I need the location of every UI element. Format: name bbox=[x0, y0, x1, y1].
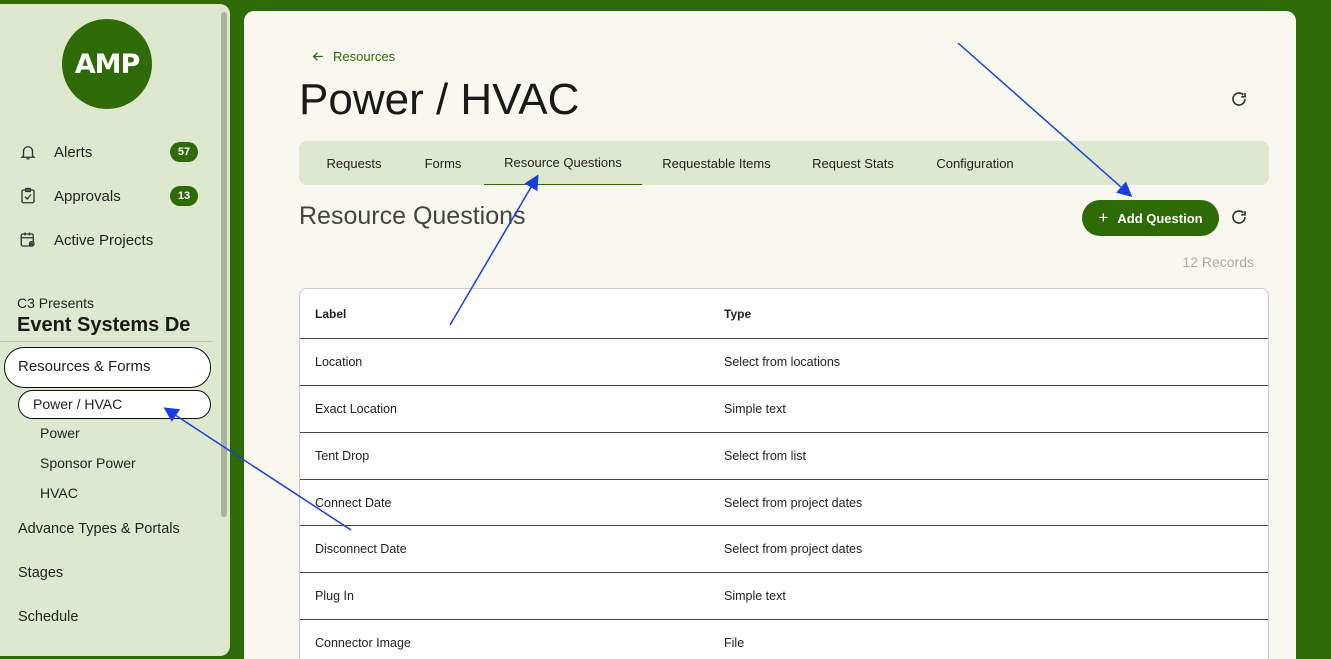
nav-approvals[interactable]: Approvals 13 bbox=[18, 184, 198, 208]
cell-type: Select from list bbox=[724, 449, 806, 463]
nav-active-projects-label: Active Projects bbox=[54, 231, 154, 249]
questions-table: Label Type Location Select from location… bbox=[299, 288, 1269, 659]
tab-bar: Requests Forms Resource Questions Reques… bbox=[299, 141, 1269, 185]
clipboard-check-icon bbox=[18, 186, 38, 206]
logo-text: AMP bbox=[74, 48, 141, 80]
main-panel: Resources Power / HVAC Requests Forms Re… bbox=[244, 11, 1296, 659]
records-count: 12 Records bbox=[1182, 254, 1254, 270]
nav-alerts-label: Alerts bbox=[54, 143, 93, 161]
table-header-row: Label Type bbox=[300, 289, 1268, 339]
table-row[interactable]: Exact Location Simple text bbox=[300, 386, 1268, 433]
refresh-page-icon[interactable] bbox=[1230, 90, 1250, 110]
nav-approvals-label: Approvals bbox=[54, 187, 121, 205]
cell-type: Select from locations bbox=[724, 355, 841, 369]
column-header-label[interactable]: Label bbox=[315, 307, 346, 321]
org-name: C3 Presents bbox=[17, 295, 95, 311]
tab-requestable-items[interactable]: Requestable Items bbox=[654, 141, 779, 185]
tab-resource-questions[interactable]: Resource Questions bbox=[484, 141, 642, 185]
table-row[interactable]: Connector Image File bbox=[300, 620, 1268, 659]
sidebar-scrollbar[interactable] bbox=[221, 12, 227, 517]
cell-label: Connect Date bbox=[315, 495, 392, 510]
sidebar-item-schedule[interactable]: Schedule bbox=[18, 609, 78, 625]
plus-icon: + bbox=[1098, 208, 1109, 227]
cell-label: Connector Image bbox=[315, 636, 411, 650]
add-question-label: Add Question bbox=[1117, 210, 1203, 226]
approvals-count-badge: 13 bbox=[170, 186, 198, 206]
table-row[interactable]: Location Select from locations bbox=[300, 339, 1268, 386]
table-row[interactable]: Plug In Simple text bbox=[300, 573, 1268, 620]
nav-alerts[interactable]: Alerts 57 bbox=[18, 140, 198, 164]
tab-configuration[interactable]: Configuration bbox=[924, 141, 1026, 185]
cell-label: Tent Drop bbox=[315, 449, 370, 463]
arrow-left-icon bbox=[312, 52, 323, 61]
cell-label: Exact Location bbox=[315, 402, 397, 416]
sidebar-subitem-sponsor-power[interactable]: Sponsor Power bbox=[40, 455, 136, 471]
tab-forms[interactable]: Forms bbox=[409, 141, 477, 185]
cell-label: Disconnect Date bbox=[315, 542, 407, 556]
cell-label: Plug In bbox=[315, 589, 354, 603]
calendar-eye-icon bbox=[18, 230, 38, 250]
nav-active-projects[interactable]: Active Projects bbox=[18, 228, 198, 252]
sidebar-divider bbox=[0, 341, 212, 342]
page-title: Power / HVAC bbox=[299, 75, 580, 124]
sidebar: AMP Alerts 57 Approvals 13 Active Projec… bbox=[0, 4, 230, 656]
back-link[interactable]: Resources bbox=[312, 49, 395, 64]
refresh-list-icon[interactable] bbox=[1230, 208, 1250, 228]
sidebar-item-resources-forms[interactable]: Resources & Forms bbox=[18, 358, 151, 375]
cell-type: Simple text bbox=[724, 589, 786, 603]
bell-icon bbox=[18, 142, 38, 162]
sidebar-subitem-power[interactable]: Power bbox=[40, 425, 80, 441]
cell-label: Location bbox=[315, 355, 363, 369]
table-row[interactable]: Disconnect Date Select from project date… bbox=[300, 526, 1268, 573]
sidebar-subitem-hvac[interactable]: HVAC bbox=[40, 485, 78, 501]
alerts-count-badge: 57 bbox=[170, 142, 198, 162]
project-name: Event Systems De bbox=[17, 314, 191, 336]
cell-type: Select from project dates bbox=[724, 495, 863, 510]
tab-request-stats[interactable]: Request Stats bbox=[799, 141, 907, 185]
tab-requests[interactable]: Requests bbox=[314, 141, 394, 185]
cell-type: Select from project dates bbox=[724, 542, 863, 556]
table-row[interactable]: Tent Drop Select from list bbox=[300, 433, 1268, 480]
back-link-label: Resources bbox=[333, 49, 396, 64]
table-row[interactable]: Connect Date Select from project dates bbox=[300, 480, 1268, 526]
sidebar-item-power-hvac[interactable]: Power / HVAC bbox=[33, 396, 122, 412]
sidebar-item-stages[interactable]: Stages bbox=[18, 565, 63, 581]
column-header-type[interactable]: Type bbox=[724, 307, 751, 321]
cell-type: Simple text bbox=[724, 402, 786, 416]
amp-logo[interactable]: AMP bbox=[62, 19, 152, 109]
add-question-button[interactable]: + Add Question bbox=[1082, 200, 1219, 236]
sidebar-item-advance-types[interactable]: Advance Types & Portals bbox=[18, 521, 180, 537]
section-title: Resource Questions bbox=[299, 202, 526, 230]
cell-type: File bbox=[724, 636, 745, 650]
